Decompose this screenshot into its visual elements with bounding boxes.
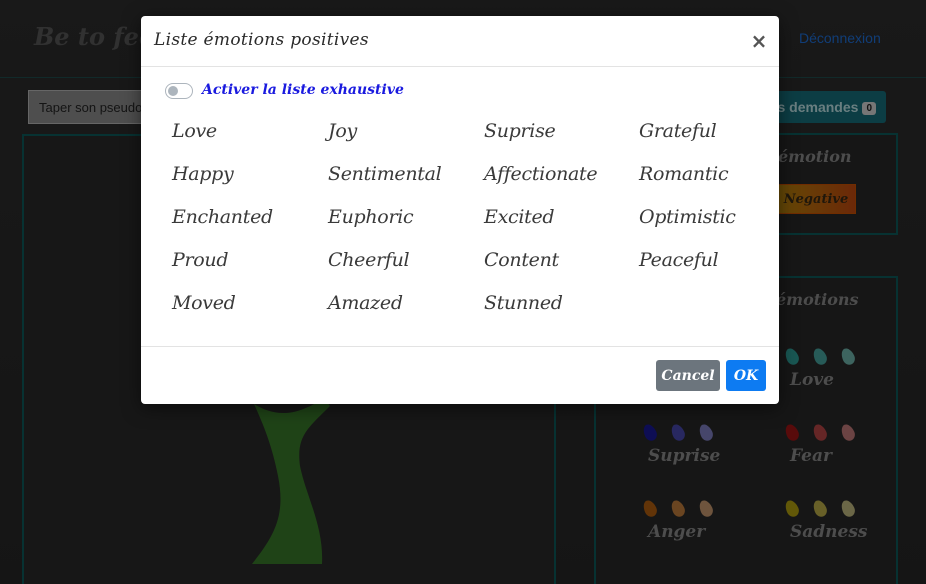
- close-icon: ×: [750, 29, 768, 53]
- emotion-item[interactable]: Amazed: [328, 292, 478, 322]
- emotion-item[interactable]: Stunned: [484, 292, 634, 322]
- emotion-item[interactable]: Suprise: [484, 120, 634, 150]
- toggle-knob: [168, 86, 178, 96]
- emotion-item[interactable]: Happy: [172, 163, 322, 193]
- ok-button[interactable]: OK: [726, 360, 766, 391]
- emotion-item[interactable]: Sentimental: [328, 163, 478, 193]
- exhaustive-list-toggle-label[interactable]: Activer la liste exhaustive: [202, 82, 404, 98]
- emotion-item[interactable]: Content: [484, 249, 634, 279]
- emotion-item[interactable]: Cheerful: [328, 249, 478, 279]
- emotion-item[interactable]: Optimistic: [639, 206, 789, 236]
- modal-footer: Cancel OK: [141, 346, 779, 404]
- positive-emotions-modal: Liste émotions positives × Activer la li…: [141, 16, 779, 404]
- emotion-item[interactable]: Enchanted: [172, 206, 322, 236]
- emotion-item[interactable]: Grateful: [639, 120, 789, 150]
- exhaustive-list-toggle[interactable]: [165, 83, 193, 99]
- cancel-button[interactable]: Cancel: [656, 360, 720, 391]
- emotion-item[interactable]: Love: [172, 120, 322, 150]
- emotion-item[interactable]: Euphoric: [328, 206, 478, 236]
- emotion-item[interactable]: Romantic: [639, 163, 789, 193]
- emotion-item[interactable]: Moved: [172, 292, 322, 322]
- close-button[interactable]: ×: [747, 29, 771, 53]
- emotion-item[interactable]: Peaceful: [639, 249, 789, 279]
- emotion-item[interactable]: Excited: [484, 206, 634, 236]
- modal-header: Liste émotions positives ×: [141, 16, 779, 67]
- modal-title: Liste émotions positives: [154, 30, 369, 50]
- emotion-item[interactable]: Joy: [328, 120, 478, 150]
- emotion-item[interactable]: Affectionate: [484, 163, 634, 193]
- emotion-item[interactable]: Proud: [172, 249, 322, 279]
